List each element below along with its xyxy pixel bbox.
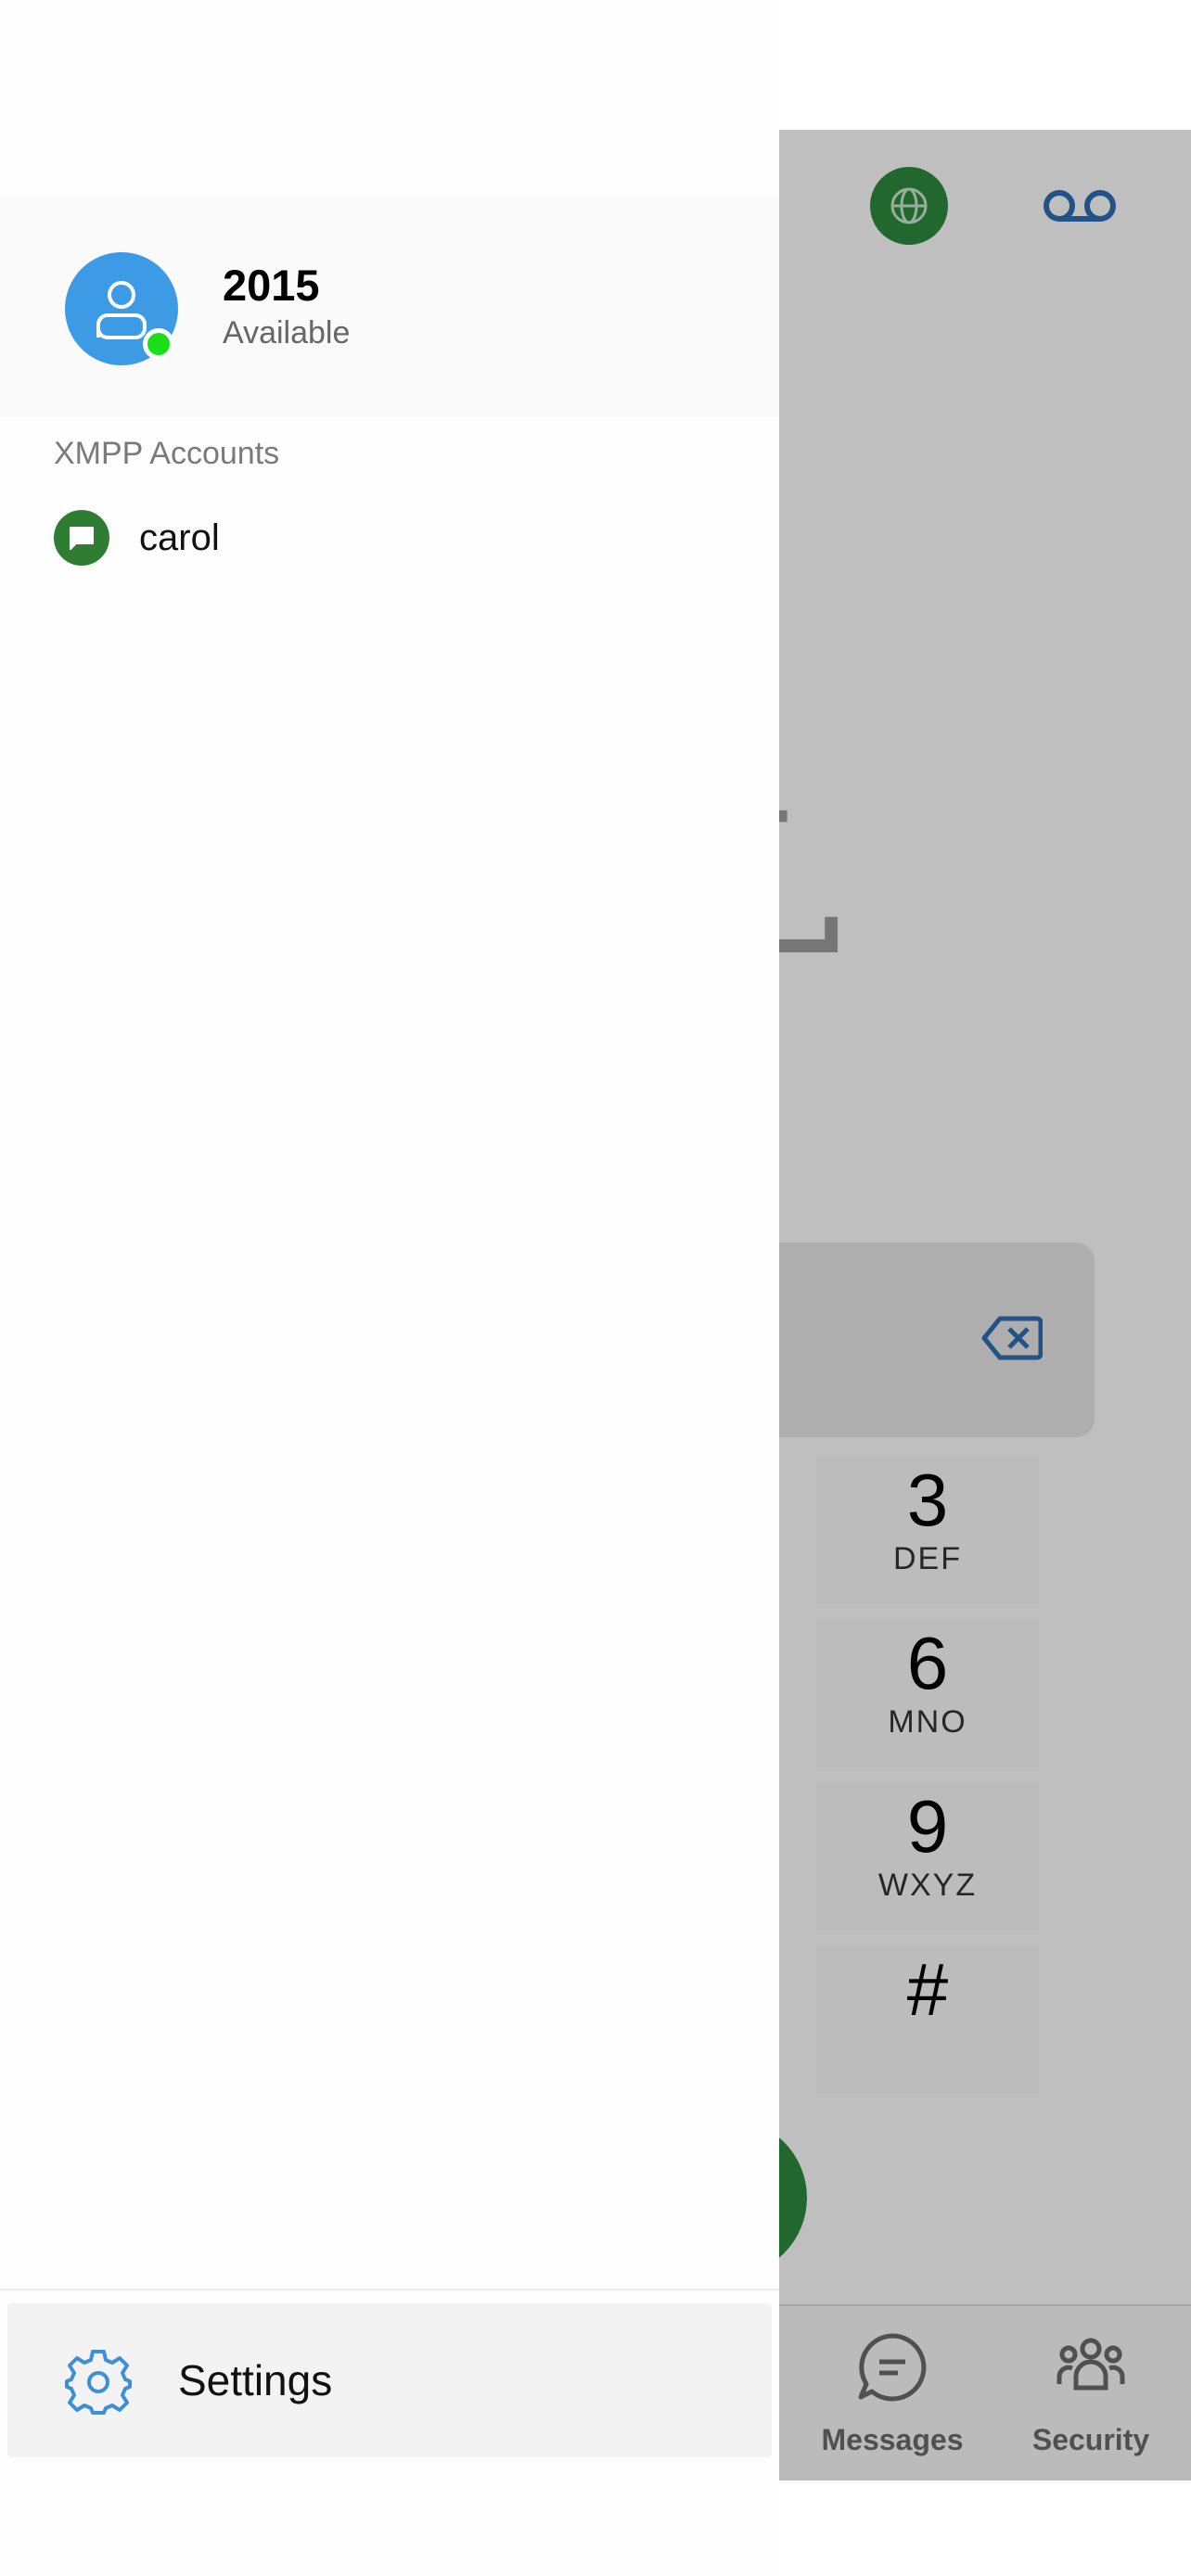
account-header[interactable]: 2015 Available — [0, 195, 779, 417]
user-icon — [96, 281, 147, 339]
chat-bubble-icon — [54, 510, 109, 566]
xmpp-section-label: XMPP Accounts — [54, 436, 280, 471]
settings-label: Settings — [178, 2356, 333, 2404]
gear-icon — [65, 2350, 132, 2415]
presence-indicator — [143, 328, 174, 360]
account-status: Available — [223, 315, 351, 351]
divider — [0, 2289, 779, 2290]
xmpp-account-name: carol — [139, 517, 220, 558]
account-number: 2015 — [223, 261, 320, 310]
navigation-drawer: 2015 Available XMPP Accounts carol Setti… — [0, 0, 779, 2576]
settings-button[interactable]: Settings — [7, 2303, 772, 2457]
xmpp-account-item[interactable]: carol — [54, 508, 759, 567]
